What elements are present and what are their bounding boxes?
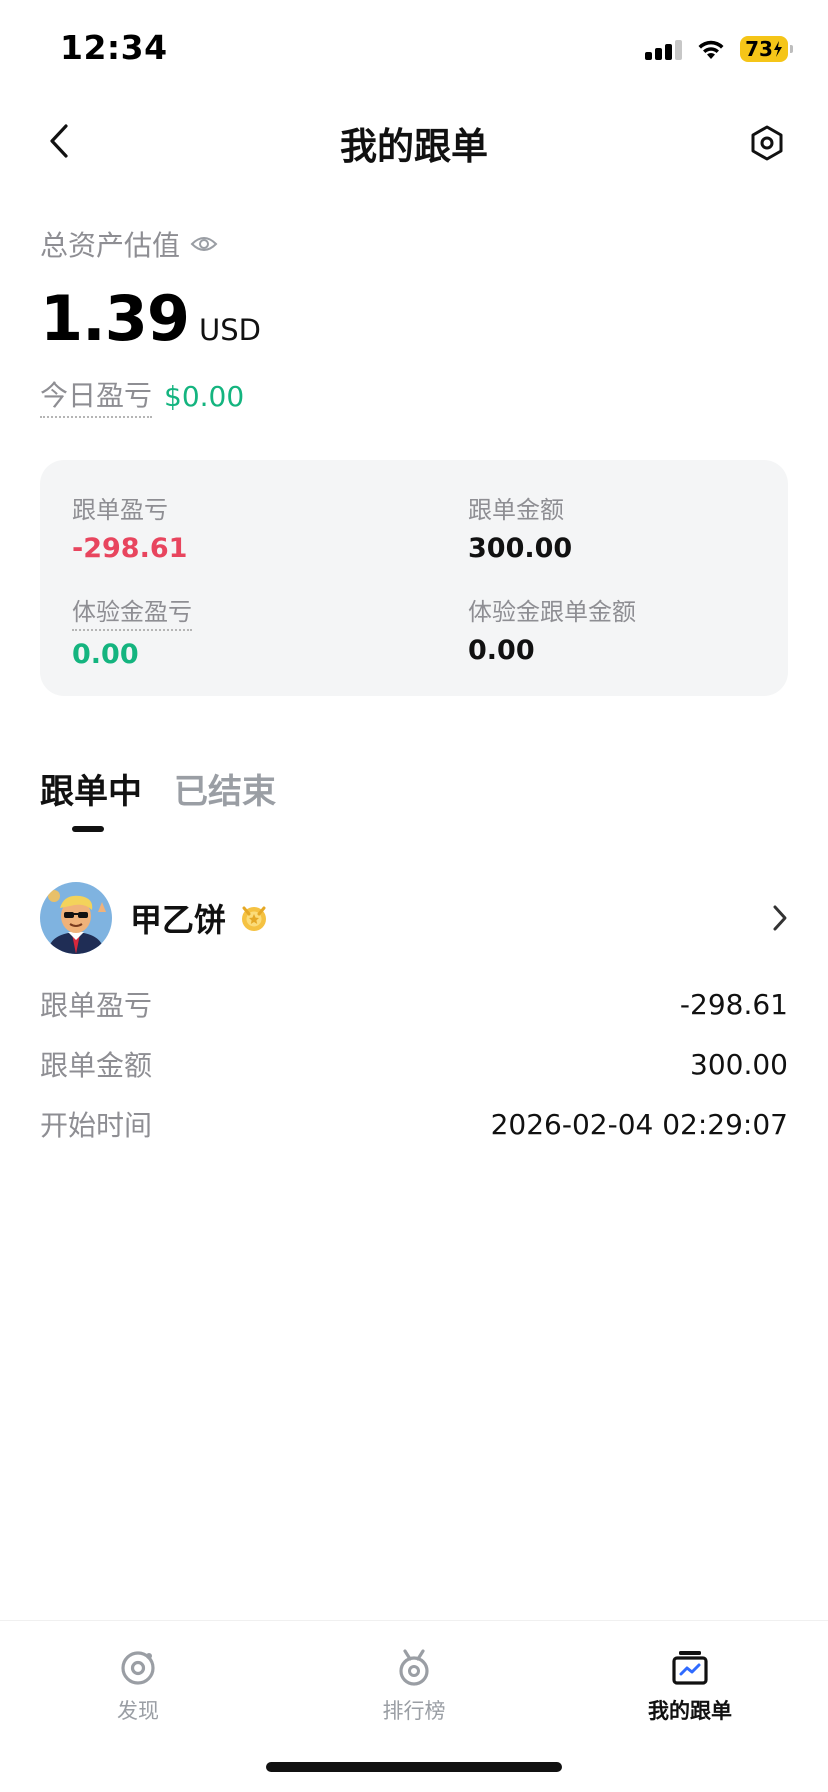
position-start-time-row: 开始时间 2026-02-04 02:29:07	[40, 1104, 788, 1144]
status-indicators: 73	[645, 34, 793, 64]
today-pnl-row: 今日盈亏 $0.00	[40, 374, 244, 418]
position-tabs: 跟单中 已结束	[40, 764, 276, 813]
total-asset-label: 总资产估值	[40, 229, 181, 262]
status-time: 12:34	[60, 28, 168, 67]
follow-pnl-stat: 跟单盈亏 -298.61	[72, 490, 187, 564]
trial-amount-value: 0.00	[468, 635, 535, 666]
trader-avatar-image	[40, 882, 112, 954]
eye-icon	[190, 237, 218, 251]
charging-bolt-icon	[773, 41, 782, 57]
summary-card: 跟单盈亏 -298.61 跟单金额 300.00 体验金盈亏 0.00 体验金跟…	[40, 460, 788, 696]
position-pnl-row: 跟单盈亏 -298.61	[40, 984, 788, 1024]
discover-icon	[121, 1651, 155, 1685]
page-header: 我的跟单	[0, 96, 828, 186]
today-pnl-value: $0.00	[164, 379, 245, 413]
today-pnl-label[interactable]: 今日盈亏	[40, 374, 153, 418]
position-amount-row: 跟单金额 300.00	[40, 1044, 788, 1084]
follow-amount-stat: 跟单金额 300.00	[468, 490, 572, 564]
position-amount-label: 跟单金额	[40, 1049, 153, 1082]
wifi-icon	[696, 38, 726, 60]
battery-level: 73	[745, 37, 773, 61]
follow-pnl-label: 跟单盈亏	[72, 496, 168, 524]
trader-name: 甲乙饼	[130, 901, 227, 939]
tab-indicator	[72, 826, 104, 832]
follow-amount-label: 跟单金额	[468, 496, 564, 524]
toggle-visibility-button[interactable]	[190, 234, 218, 254]
nav-label-my-copytrade: 我的跟单	[648, 1699, 732, 1723]
follow-pnl-value: -298.61	[72, 533, 188, 564]
nav-item-leaderboard[interactable]: 排行榜	[314, 1647, 514, 1725]
avatar	[40, 882, 112, 954]
trial-amount-label: 体验金跟单金额	[468, 598, 636, 626]
trial-amount-stat: 体验金跟单金额 0.00	[468, 592, 636, 666]
settings-button[interactable]	[742, 118, 792, 168]
position-pnl-value: -298.61	[679, 987, 788, 1021]
nav-label-leaderboard: 排行榜	[382, 1699, 446, 1723]
gold-medal-icon	[238, 902, 270, 934]
trial-pnl-stat: 体验金盈亏 0.00	[72, 592, 192, 670]
my-copytrade-icon	[672, 1651, 708, 1685]
chevron-right-icon	[772, 904, 788, 932]
nav-label-discover: 发现	[117, 1699, 159, 1723]
page-title: 我的跟单	[340, 125, 488, 168]
trial-pnl-label[interactable]: 体验金盈亏	[72, 592, 192, 631]
tab-active-positions[interactable]: 跟单中	[40, 764, 142, 813]
position-pnl-label: 跟单盈亏	[40, 989, 153, 1022]
position-start-time-label: 开始时间	[40, 1109, 153, 1142]
position-start-time-value: 2026-02-04 02:29:07	[490, 1107, 788, 1141]
follow-amount-value: 300.00	[468, 533, 573, 564]
home-indicator	[266, 1762, 562, 1772]
total-asset-value: 1.39	[40, 282, 190, 355]
total-asset-header: 总资产估值	[40, 224, 218, 264]
position-amount-value: 300.00	[690, 1047, 788, 1081]
status-bar: 12:34 73	[0, 0, 828, 96]
nav-item-my-copytrade[interactable]: 我的跟单	[590, 1647, 790, 1725]
cellular-signal-icon	[645, 38, 682, 60]
total-asset-unit: USD	[198, 313, 261, 347]
gear-icon	[751, 125, 783, 161]
trader-row[interactable]: 甲乙饼	[40, 880, 788, 956]
trial-pnl-value: 0.00	[72, 639, 139, 670]
tab-ended-positions[interactable]: 已结束	[174, 764, 276, 813]
total-asset-value-row: 1.39 USD	[40, 282, 261, 355]
battery-icon: 73	[740, 36, 793, 62]
leaderboard-icon	[399, 1649, 429, 1686]
nav-item-discover[interactable]: 发现	[38, 1647, 238, 1725]
